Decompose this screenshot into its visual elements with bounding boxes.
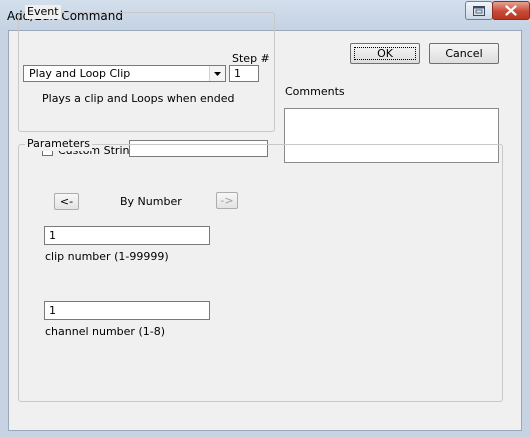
command-description: Plays a clip and Loops when ended	[42, 92, 235, 105]
command-dropdown-value: Play and Loop Clip	[29, 67, 131, 80]
next-mode-label: ->	[220, 194, 234, 207]
previous-mode-label: <-	[59, 195, 74, 208]
cancel-button[interactable]: Cancel	[429, 43, 499, 64]
step-field[interactable]: 1	[229, 65, 259, 82]
restore-button[interactable]	[465, 1, 493, 20]
close-button[interactable]	[492, 1, 530, 20]
dialog-window: Add/Edit Command Event Step # 1 Play and…	[0, 0, 530, 437]
event-group-label: Event	[25, 5, 61, 19]
next-mode-button[interactable]: ->	[216, 192, 238, 209]
parameter-mode-label: By Number	[120, 195, 182, 208]
parameters-group: Parameters	[18, 137, 503, 402]
clip-number-field[interactable]: 1	[44, 226, 210, 245]
step-label: Step #	[232, 52, 270, 65]
chevron-down-icon[interactable]	[209, 66, 225, 81]
channel-number-field[interactable]: 1	[44, 301, 210, 320]
previous-mode-button[interactable]: <-	[54, 193, 79, 210]
ok-button[interactable]: OK	[350, 43, 420, 64]
restore-icon	[473, 5, 485, 16]
clip-number-label: clip number (1-99999)	[45, 250, 169, 263]
parameters-group-label: Parameters	[25, 137, 92, 151]
comments-label: Comments	[285, 85, 345, 98]
command-dropdown[interactable]: Play and Loop Clip	[23, 65, 226, 82]
focus-rect	[354, 47, 416, 60]
channel-number-label: channel number (1-8)	[45, 325, 166, 338]
close-icon	[505, 5, 517, 16]
cancel-button-label: Cancel	[445, 47, 483, 60]
